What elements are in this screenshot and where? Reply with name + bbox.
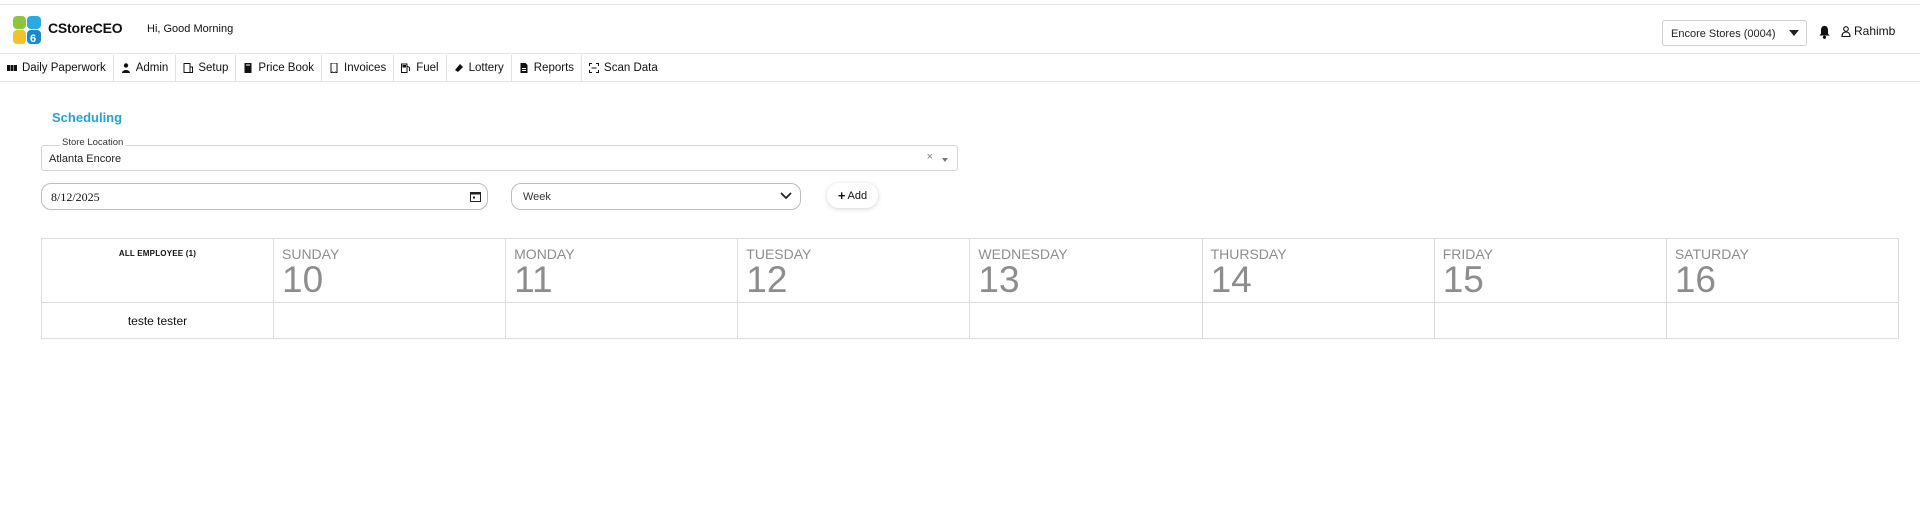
cstoreceo-logo: 6 bbox=[13, 16, 41, 44]
caret-down-icon[interactable] bbox=[942, 158, 948, 162]
store-location-label: Store Location bbox=[60, 137, 126, 148]
schedule-cell[interactable] bbox=[737, 302, 971, 339]
schedule-cell[interactable] bbox=[1201, 302, 1435, 339]
day-header-thursday: THURSDAY 14 bbox=[1201, 238, 1435, 303]
person-icon bbox=[121, 63, 130, 73]
scan-icon bbox=[589, 63, 600, 73]
receipt-icon bbox=[330, 63, 338, 73]
day-header-tuesday: TUESDAY 12 bbox=[737, 238, 971, 303]
greeting-text: Hi, Good Morning bbox=[147, 23, 234, 35]
employee-header: ALL EMPLOYEE (1) bbox=[41, 238, 274, 303]
nav-price-book[interactable]: Price Book bbox=[236, 54, 323, 82]
store-selector-value: Encore Stores (0004) bbox=[1671, 28, 1776, 40]
day-header-friday: FRIDAY 15 bbox=[1433, 238, 1667, 303]
nav-lottery[interactable]: Lottery bbox=[447, 54, 512, 82]
date-value: 8/12/2025 bbox=[51, 190, 100, 204]
ticket-icon bbox=[454, 64, 463, 72]
nav-setup[interactable]: Setup bbox=[176, 54, 237, 82]
view-select-value: Week bbox=[523, 191, 551, 203]
fuel-pump-icon bbox=[401, 63, 411, 73]
schedule-header-row: ALL EMPLOYEE (1) SUNDAY 10 MONDAY 11 TUESD… bbox=[41, 238, 1900, 303]
nav-label: Lottery bbox=[468, 62, 504, 74]
store-location-select[interactable]: Store Location Atlanta Encore × bbox=[41, 137, 958, 171]
nav-label: Invoices bbox=[344, 62, 387, 74]
clear-icon[interactable]: × bbox=[927, 151, 933, 163]
day-number: 16 bbox=[1674, 259, 1716, 300]
nav-invoices[interactable]: Invoices bbox=[322, 54, 395, 82]
add-button[interactable]: + Add bbox=[827, 183, 878, 208]
bell-icon[interactable] bbox=[1818, 25, 1831, 39]
employee-name: teste tester bbox=[41, 302, 274, 339]
plus-icon: + bbox=[837, 188, 846, 203]
day-number: 14 bbox=[1210, 259, 1252, 300]
grid-icon bbox=[7, 65, 17, 71]
store-selector[interactable]: Encore Stores (0004) bbox=[1662, 20, 1807, 46]
chevron-down-icon bbox=[780, 192, 792, 200]
page-title: Scheduling bbox=[52, 110, 123, 125]
date-input[interactable]: 8/12/2025 bbox=[41, 183, 488, 210]
day-number: 11 bbox=[514, 259, 553, 300]
schedule-table: ALL EMPLOYEE (1) SUNDAY 10 MONDAY 11 TUESD… bbox=[41, 238, 1900, 339]
caret-down-icon bbox=[1789, 30, 1799, 36]
building-icon bbox=[183, 63, 194, 73]
schedule-cell[interactable] bbox=[272, 302, 507, 339]
main-nav: Daily Paperwork Admin Setup Price Book I… bbox=[0, 54, 1920, 82]
store-location-value: Atlanta Encore bbox=[49, 153, 122, 165]
svg-text:6: 6 bbox=[30, 33, 36, 44]
calendar-icon[interactable] bbox=[470, 191, 481, 202]
day-number: 10 bbox=[282, 259, 324, 300]
book-icon bbox=[244, 63, 252, 73]
brand-name: CStoreCEO bbox=[48, 20, 123, 36]
day-header-sunday: SUNDAY 10 bbox=[272, 238, 507, 303]
schedule-cell[interactable] bbox=[1665, 302, 1900, 339]
view-select[interactable]: Week bbox=[511, 183, 801, 210]
schedule-cell[interactable] bbox=[1433, 302, 1667, 339]
add-button-label: Add bbox=[847, 189, 868, 202]
day-number: 13 bbox=[978, 259, 1020, 300]
day-header-wednesday: WEDNESDAY 13 bbox=[969, 238, 1203, 303]
table-row: teste tester bbox=[41, 302, 1900, 339]
nav-label: Setup bbox=[198, 62, 229, 74]
report-icon bbox=[520, 63, 528, 73]
nav-label: Daily Paperwork bbox=[22, 62, 106, 74]
nav-daily-paperwork[interactable]: Daily Paperwork bbox=[0, 54, 114, 82]
schedule-cell[interactable] bbox=[969, 302, 1203, 339]
day-number: 12 bbox=[746, 259, 788, 300]
nav-label: Admin bbox=[135, 62, 169, 74]
user-icon bbox=[1841, 25, 1851, 37]
day-number: 15 bbox=[1442, 259, 1484, 300]
day-header-saturday: SATURDAY 16 bbox=[1665, 238, 1900, 303]
nav-reports[interactable]: Reports bbox=[512, 54, 583, 82]
nav-label: Reports bbox=[533, 62, 575, 74]
nav-label: Scan Data bbox=[604, 62, 658, 74]
nav-admin[interactable]: Admin bbox=[114, 54, 177, 82]
nav-scan-data[interactable]: Scan Data bbox=[582, 55, 665, 82]
user-menu[interactable]: Rahimb bbox=[1841, 24, 1895, 38]
nav-fuel[interactable]: Fuel bbox=[394, 54, 447, 82]
day-header-monday: MONDAY 11 bbox=[505, 238, 739, 303]
nav-label: Fuel bbox=[416, 62, 439, 74]
schedule-cell[interactable] bbox=[505, 302, 739, 339]
app-header: 6 CStoreCEO Hi, Good Morning Encore Stor… bbox=[0, 5, 1920, 54]
user-name: Rahimb bbox=[1854, 24, 1896, 38]
nav-label: Price Book bbox=[258, 62, 315, 74]
